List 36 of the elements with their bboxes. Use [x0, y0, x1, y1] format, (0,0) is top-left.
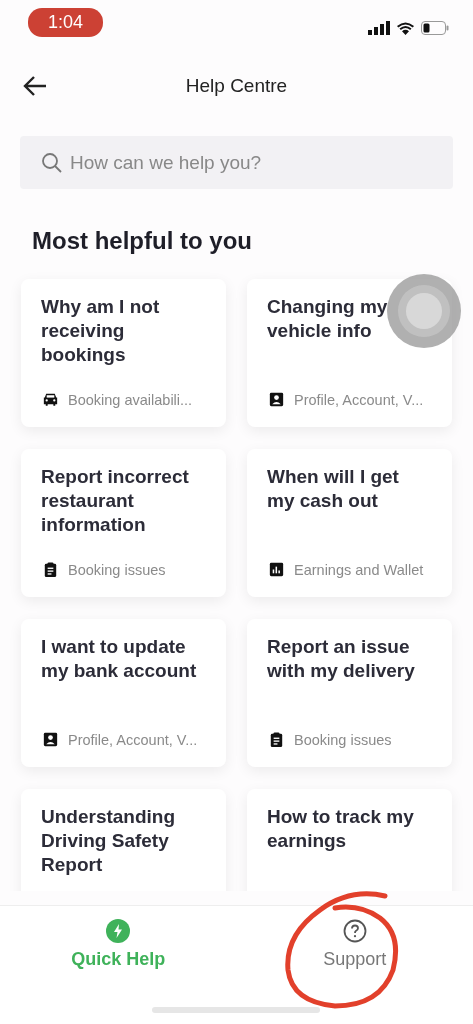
- search-field[interactable]: How can we help you?: [20, 136, 453, 189]
- category-label: Profile, Account, V...: [68, 731, 198, 748]
- search-icon: [40, 151, 64, 175]
- category-label: Booking issues: [68, 561, 166, 578]
- article-title: Report incorrect restaurant information: [41, 465, 190, 537]
- article-title: Report an issue with my delivery: [267, 635, 416, 683]
- signal-icon: [368, 21, 390, 35]
- profile-card-icon: [267, 390, 286, 409]
- help-icon: [342, 919, 367, 943]
- category-label: Profile, Account, V...: [294, 391, 424, 408]
- bottom-tab[interactable]: Support: [236, 906, 473, 976]
- section-heading: Most helpful to you: [32, 227, 253, 255]
- article-title: Understanding Driving Safety Report: [41, 805, 177, 877]
- help-article-card[interactable]: I want to update my bank account Profile, Account, V...: [21, 619, 226, 767]
- status-time: 1:04: [28, 7, 104, 37]
- profile-card-icon: [41, 730, 60, 749]
- article-title: I want to update my bank account: [41, 635, 198, 683]
- category-label: Booking availabili...: [68, 391, 193, 408]
- help-article-card[interactable]: Why am I not receiving bookings Booking availabili...: [21, 279, 226, 427]
- article-title: Changing my vehicle info: [267, 295, 389, 343]
- article-title: Why am I not receiving bookings: [41, 295, 161, 367]
- chart-icon: [267, 560, 286, 579]
- category-label: Earnings and Wallet: [294, 561, 424, 578]
- page-title: Help Centre: [185, 75, 288, 97]
- help-article-card[interactable]: Report an issue with my delivery Booking issues: [247, 619, 452, 767]
- help-article-card[interactable]: How to track my earnings: [247, 789, 452, 891]
- article-title: How to track my earnings: [267, 805, 415, 853]
- category-label: Booking issues: [294, 731, 392, 748]
- back-arrow-icon[interactable]: [22, 74, 48, 98]
- lightning-icon: [106, 919, 131, 943]
- help-article-card[interactable]: Report incorrect restaurant information Booking issues: [21, 449, 226, 597]
- help-article-card[interactable]: When will I get my cash out Earnings and Wallet: [247, 449, 452, 597]
- battery-icon: [421, 21, 449, 35]
- help-article-card[interactable]: Understanding Driving Safety Report: [21, 789, 226, 891]
- article-title: When will I get my cash out: [267, 465, 400, 513]
- wifi-icon: [396, 21, 415, 35]
